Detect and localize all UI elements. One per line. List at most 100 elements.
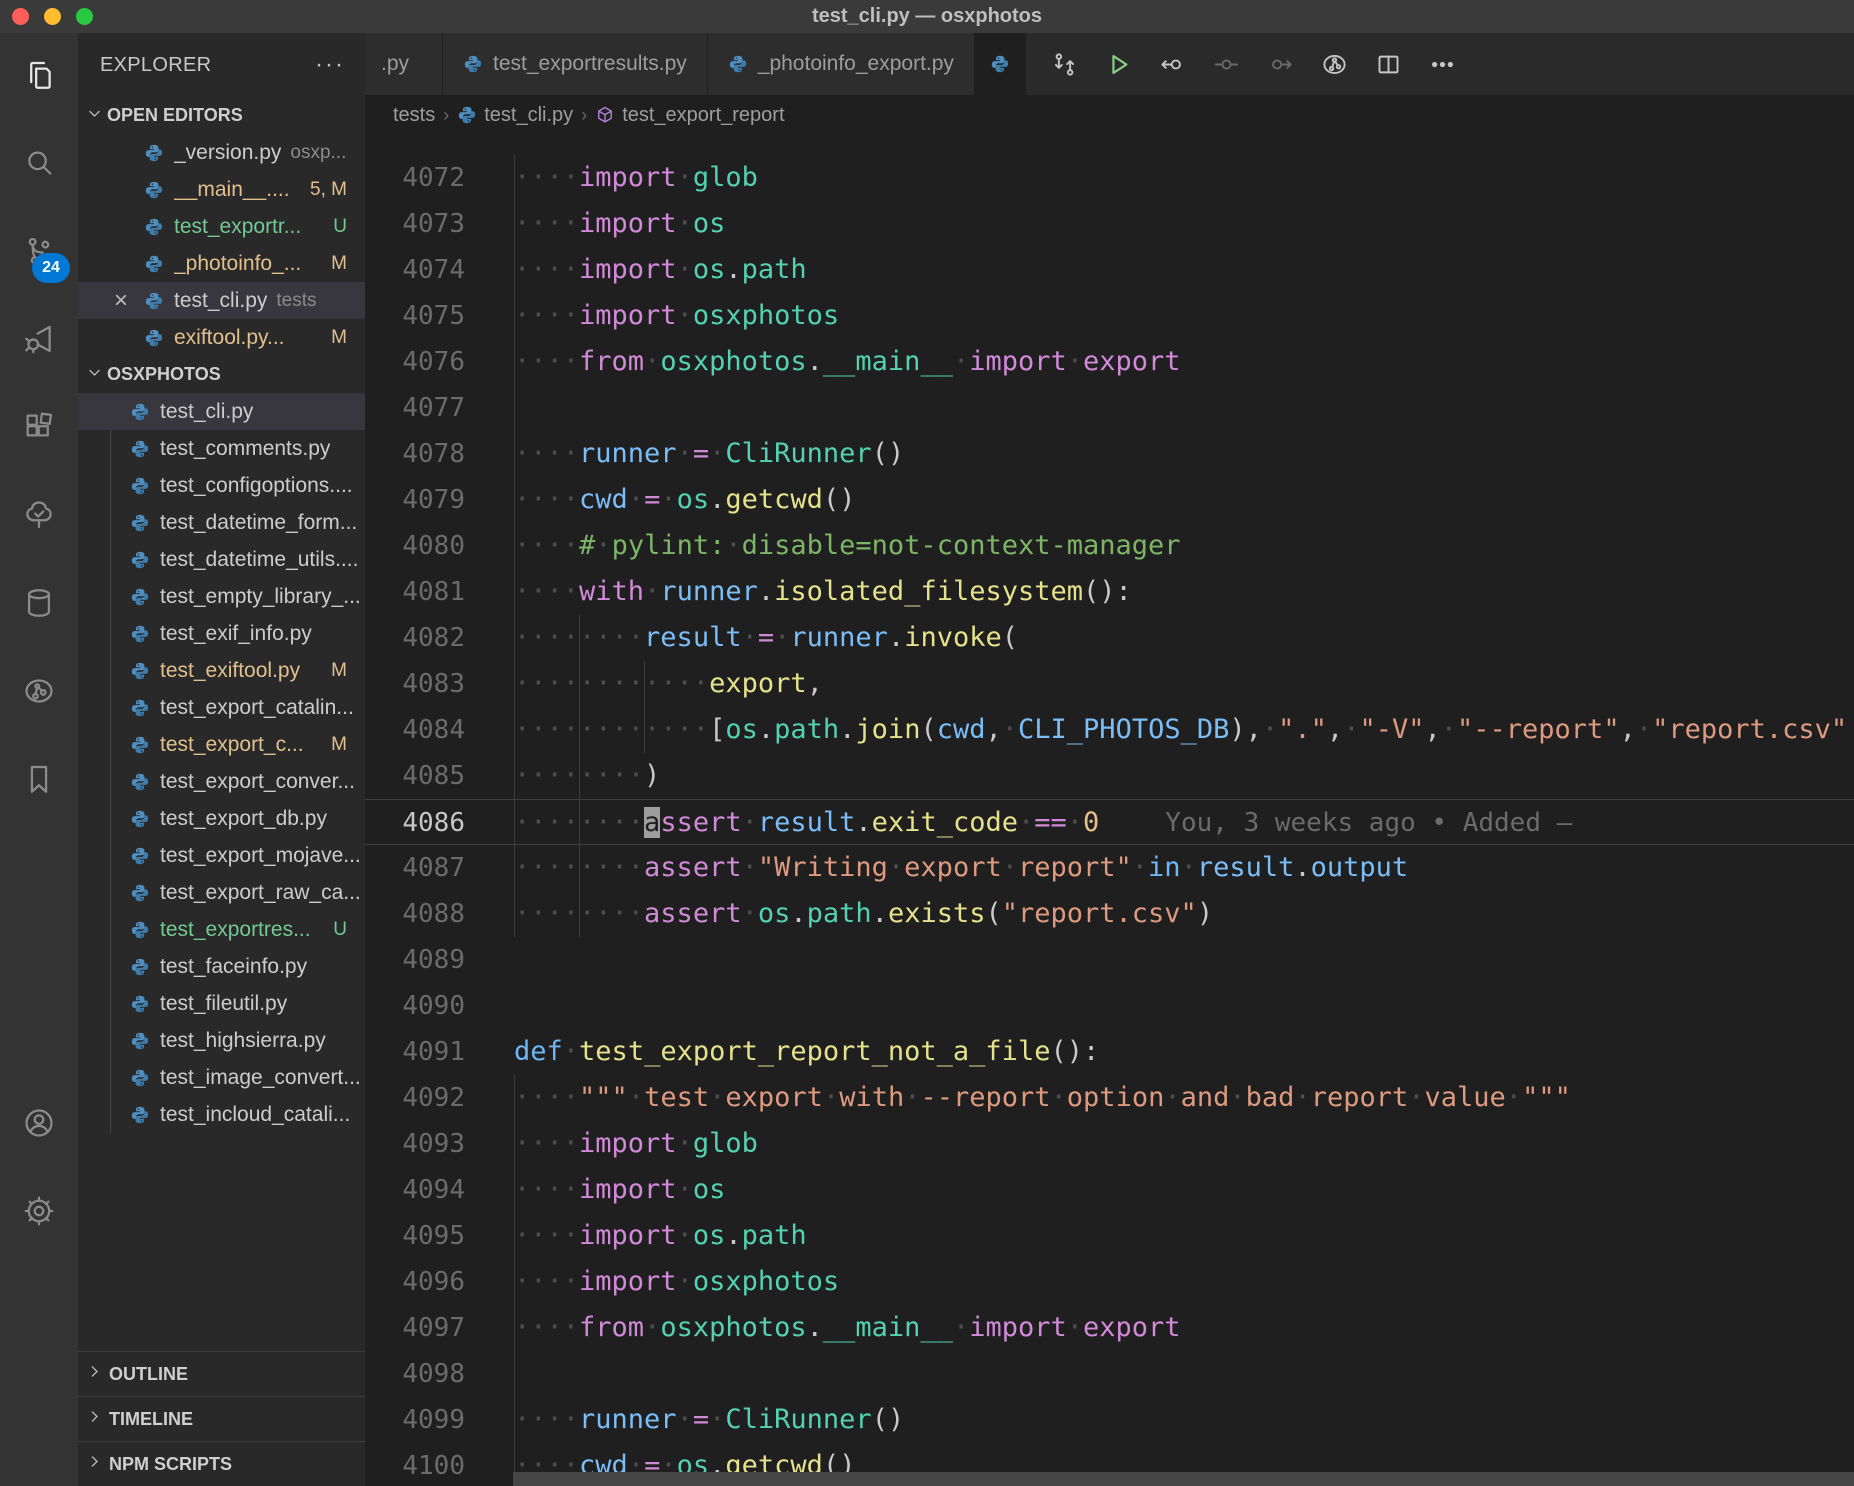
code-line[interactable]: 4086········assert·result.exit_code·==·0…: [365, 799, 1854, 845]
code-line[interactable]: 4089: [365, 937, 1854, 983]
code-line[interactable]: 4088········assert·os.path.exists("repor…: [365, 891, 1854, 937]
code-line[interactable]: 4092····"""·test·export·with·--report·op…: [365, 1075, 1854, 1121]
code-editor[interactable]: 4072····import·glob4073····import·os4074…: [365, 135, 1854, 1486]
code-line[interactable]: 4099····runner·=·CliRunner(): [365, 1397, 1854, 1443]
code-line[interactable]: 4074····import·os.path: [365, 247, 1854, 293]
code-line[interactable]: 4096····import·osxphotos: [365, 1259, 1854, 1305]
split-editor-icon[interactable]: [1372, 47, 1406, 81]
folder-section-header[interactable]: OSXPHOTOS: [78, 356, 365, 393]
file-name: _version.py: [174, 141, 281, 165]
close-icon[interactable]: ×: [114, 291, 128, 311]
tree-file-item[interactable]: test_image_convert...: [78, 1059, 365, 1096]
tree-file-item[interactable]: test_incloud_catali...: [78, 1096, 365, 1133]
explorer-more-actions-icon[interactable]: ···: [315, 60, 345, 70]
activity-item-explorer[interactable]: [0, 33, 78, 121]
activity-item-search[interactable]: [0, 121, 78, 209]
tree-file-item[interactable]: test_datetime_form...: [78, 504, 365, 541]
tree-file-item[interactable]: test_exportres...U: [78, 911, 365, 948]
activity-item-testing[interactable]: [0, 473, 78, 561]
tree-file-item[interactable]: test_export_mojave...: [78, 837, 365, 874]
tree-file-item[interactable]: test_empty_library_...: [78, 578, 365, 615]
open-editor-item[interactable]: test_exportr...U: [78, 208, 365, 245]
tree-file-item[interactable]: test_export_raw_ca...: [78, 874, 365, 911]
code-line[interactable]: 4081····with·runner.isolated_filesystem(…: [365, 569, 1854, 615]
tree-file-item[interactable]: test_configoptions....: [78, 467, 365, 504]
code-line[interactable]: 4093····import·glob: [365, 1121, 1854, 1167]
breadcrumb-item[interactable]: test_export_report: [595, 104, 784, 127]
code-line[interactable]: 4073····import·os: [365, 201, 1854, 247]
section-header-outline[interactable]: OUTLINE: [78, 1351, 365, 1396]
open-editors-header[interactable]: OPEN EDITORS: [78, 97, 365, 134]
code-line[interactable]: 4083············export,: [365, 661, 1854, 707]
tab-_photoinfo_export.py[interactable]: _photoinfo_export.py: [708, 33, 975, 95]
section-header-timeline[interactable]: TIMELINE: [78, 1396, 365, 1441]
code-line[interactable]: 4078····runner·=·CliRunner(): [365, 431, 1854, 477]
line-number: 4092: [365, 1075, 465, 1121]
tree-file-item[interactable]: test_export_db.py: [78, 800, 365, 837]
zoom-window-button[interactable]: [76, 8, 93, 25]
activity-item-bookmarks[interactable]: [0, 737, 78, 825]
code-line[interactable]: 4079····cwd·=·os.getcwd(): [365, 477, 1854, 523]
code-line[interactable]: 4076····from·osxphotos.__main__·import·e…: [365, 339, 1854, 385]
breadcrumb-separator: ›: [581, 105, 587, 126]
tree-file-item[interactable]: test_highsierra.py: [78, 1022, 365, 1059]
line-number: 4078: [365, 431, 465, 477]
activity-item-database[interactable]: [0, 561, 78, 649]
more-actions-icon[interactable]: [1426, 47, 1460, 81]
tree-file-item[interactable]: test_fileutil.py: [78, 985, 365, 1022]
open-editor-item[interactable]: _photoinfo_...M: [78, 245, 365, 282]
open-editor-item[interactable]: _version.pyosxp...: [78, 134, 365, 171]
code-line[interactable]: 4084············[os.path.join(cwd,·CLI_P…: [365, 707, 1854, 753]
commit-graph-icon[interactable]: [1318, 47, 1352, 81]
tab-test_exportresults.py[interactable]: test_exportresults.py: [443, 33, 708, 95]
code-line[interactable]: 4075····import·osxphotos: [365, 293, 1854, 339]
close-window-button[interactable]: [12, 8, 29, 25]
step-forward-icon[interactable]: [1264, 47, 1298, 81]
activity-item-source-control[interactable]: 24: [0, 209, 78, 297]
test-tree-icon: [22, 498, 56, 537]
code-line[interactable]: 4080····#·pylint:·disable=not-context-ma…: [365, 523, 1854, 569]
code-line[interactable]: 4097····from·osxphotos.__main__·import·e…: [365, 1305, 1854, 1351]
code-line[interactable]: 4087········assert·"Writing·export·repor…: [365, 845, 1854, 891]
activity-item-gitlens[interactable]: [0, 649, 78, 737]
code-line[interactable]: 4091def·test_export_report_not_a_file():: [365, 1029, 1854, 1075]
code-line[interactable]: 4072····import·glob: [365, 155, 1854, 201]
code-line[interactable]: 4090: [365, 983, 1854, 1029]
activity-item-run-debug[interactable]: [0, 297, 78, 385]
code-line[interactable]: 4085········): [365, 753, 1854, 799]
tree-file-item[interactable]: test_export_catalin...: [78, 689, 365, 726]
tree-file-item[interactable]: test_exiftool.pyM: [78, 652, 365, 689]
open-editor-item[interactable]: __main__....5, M: [78, 171, 365, 208]
git-status-badge: U: [333, 919, 347, 941]
tree-file-item[interactable]: test_faceinfo.py: [78, 948, 365, 985]
code-line[interactable]: 4095····import·os.path: [365, 1213, 1854, 1259]
activity-item-settings[interactable]: [0, 1169, 78, 1257]
tab-.py[interactable]: .py: [365, 33, 443, 95]
open-editor-item[interactable]: exiftool.py...M: [78, 319, 365, 356]
minimize-window-button[interactable]: [44, 8, 61, 25]
tree-file-item[interactable]: test_export_conver...: [78, 763, 365, 800]
breadcrumb-item[interactable]: tests: [393, 104, 435, 127]
activity-item-extensions[interactable]: [0, 385, 78, 473]
activity-item-accounts[interactable]: [0, 1081, 78, 1169]
run-python-file-icon[interactable]: [1102, 47, 1136, 81]
tree-file-item[interactable]: test_datetime_utils....: [78, 541, 365, 578]
horizontal-scrollbar[interactable]: [513, 1472, 1854, 1486]
open-editor-item[interactable]: ×test_cli.pytests: [78, 282, 365, 319]
tree-file-item[interactable]: test_export_c...M: [78, 726, 365, 763]
tree-file-item[interactable]: test_comments.py: [78, 430, 365, 467]
open-changes-icon[interactable]: [1048, 47, 1082, 81]
python-icon: [130, 1031, 150, 1051]
code-line[interactable]: 4077: [365, 385, 1854, 431]
tree-file-item[interactable]: test_cli.py: [78, 393, 365, 430]
code-line[interactable]: 4082········result·=·runner.invoke(: [365, 615, 1854, 661]
step-back-icon[interactable]: [1156, 47, 1190, 81]
tab-active-icon[interactable]: [975, 33, 1026, 95]
breadcrumb-item[interactable]: test_cli.py: [457, 104, 573, 127]
code-line[interactable]: 4094····import·os: [365, 1167, 1854, 1213]
code-line[interactable]: 4098: [365, 1351, 1854, 1397]
tree-file-item[interactable]: test_exif_info.py: [78, 615, 365, 652]
file-name: test_cli.py: [174, 289, 267, 313]
section-header-npm-scripts[interactable]: NPM SCRIPTS: [78, 1441, 365, 1486]
step-dim-icon[interactable]: [1210, 47, 1244, 81]
